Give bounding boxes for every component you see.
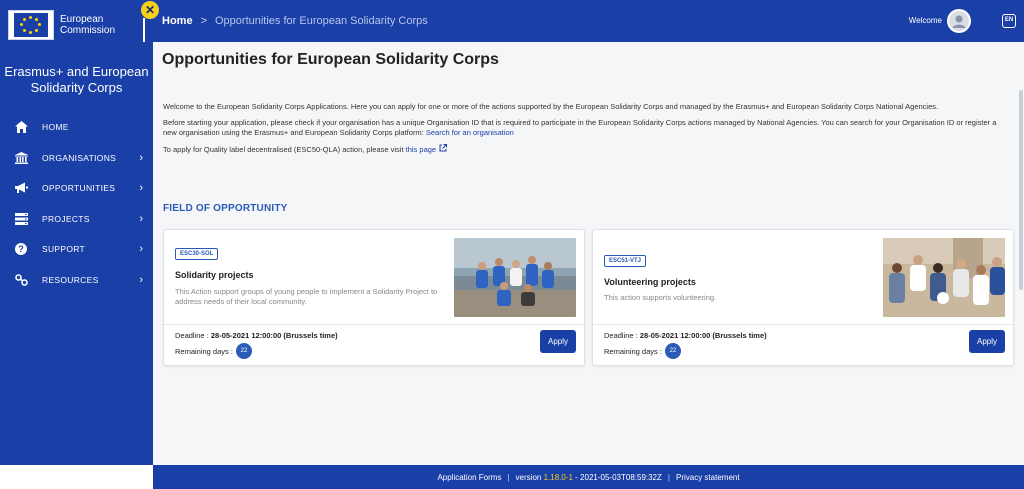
help-icon: ? <box>14 242 28 256</box>
avatar[interactable] <box>947 9 971 33</box>
page-title: Opportunities for European Solidarity Co… <box>162 51 499 68</box>
sidebar-item-label: PROJECTS <box>42 213 90 224</box>
eu-flag-icon <box>8 10 54 40</box>
footer-separator: | <box>507 472 510 482</box>
language-selector[interactable]: EN <box>1002 14 1016 28</box>
card-divider <box>593 324 1013 325</box>
card-description: This action supports volunteering. <box>604 293 717 302</box>
sidebar-item-projects[interactable]: PROJECTS › <box>0 204 153 235</box>
breadcrumb-separator: > <box>200 15 207 27</box>
deadline-text: Deadline : 28-05-2021 12:00:00 (Brussels… <box>604 331 767 340</box>
card-divider <box>164 324 584 325</box>
chevron-right-icon: › <box>139 212 143 225</box>
sidebar-item-label: OPPORTUNITIES <box>42 183 116 194</box>
sidebar-nav: HOME ORGANISATIONS › OPPORTUNITIES › PRO… <box>0 112 153 295</box>
opportunity-card-volunteering: ESC51-VTJ Volunteering projects This act… <box>592 229 1014 366</box>
sidebar-title: Erasmus+ and European Solidarity Corps <box>4 64 149 95</box>
chevron-right-icon: › <box>139 182 143 195</box>
privacy-statement-link[interactable]: Privacy statement <box>676 473 740 482</box>
footer-separator: | <box>667 472 670 482</box>
server-icon <box>14 212 28 226</box>
sidebar-item-label: HOME <box>42 122 69 133</box>
apply-button[interactable]: Apply <box>969 330 1005 353</box>
version-label: version <box>515 472 542 482</box>
sidebar-item-label: RESOURCES <box>42 274 99 285</box>
logo-divider <box>143 18 145 42</box>
logo-line-1: European <box>60 14 104 25</box>
deadline-value: 28-05-2021 12:00:00 (Brussels time) <box>210 331 338 340</box>
intro-text: Welcome to the European Solidarity Corps… <box>163 102 1003 161</box>
sidebar-item-label: ORGANISATIONS <box>42 152 117 163</box>
main-content: Opportunities for European Solidarity Co… <box>153 42 1024 465</box>
scrollbar[interactable] <box>1019 90 1023 290</box>
opportunity-card-solidarity: ESC30-SOL Solidarity projects This Actio… <box>163 229 585 366</box>
remaining-days-badge: 22 <box>235 343 252 359</box>
remaining-days: Remaining days :22 <box>175 343 252 359</box>
sidebar-item-home[interactable]: HOME <box>0 112 153 143</box>
welcome-text: Welcome <box>908 16 942 25</box>
breadcrumb-home[interactable]: Home <box>162 15 193 27</box>
volunteering-group-photo <box>883 238 1005 317</box>
user-icon <box>949 11 969 31</box>
solidarity-group-photo <box>454 238 576 317</box>
sidebar-item-organisations[interactable]: ORGANISATIONS › <box>0 143 153 174</box>
card-title: Volunteering projects <box>604 277 696 287</box>
action-code-badge: ESC51-VTJ <box>604 255 647 267</box>
section-title: FIELD OF OPPORTUNITY <box>163 203 288 214</box>
megaphone-icon <box>14 181 28 195</box>
remaining-days: Remaining days :22 <box>604 343 681 359</box>
version-number: 1.18.0-1 <box>543 472 573 482</box>
chevron-right-icon: › <box>139 151 143 164</box>
sidebar-item-support[interactable]: ? SUPPORT › <box>0 234 153 265</box>
apply-button[interactable]: Apply <box>540 330 576 353</box>
remaining-days-badge: 22 <box>664 343 681 359</box>
search-organisation-link[interactable]: Search for an organisation <box>426 128 514 137</box>
app-window: European Commission Erasmus+ and Europea… <box>0 0 1024 489</box>
sidebar-item-label: SUPPORT <box>42 244 86 255</box>
svg-text:?: ? <box>18 244 24 254</box>
logo-line-2: Commission <box>60 25 116 36</box>
action-code-badge: ESC30-SOL <box>175 248 219 260</box>
deadline-text: Deadline : 28-05-2021 12:00:00 (Brussels… <box>175 331 338 340</box>
card-title: Solidarity projects <box>175 270 254 280</box>
top-bar: Home > Opportunities for European Solida… <box>153 0 1024 42</box>
ec-logo[interactable]: European Commission <box>0 0 153 50</box>
chevron-right-icon: › <box>139 243 143 256</box>
application-forms-link[interactable]: Application Forms <box>437 473 501 482</box>
chevron-right-icon: › <box>139 273 143 286</box>
close-icon[interactable]: ✕ <box>141 1 159 19</box>
card-description: This Action support groups of young peop… <box>175 287 438 306</box>
home-icon <box>14 120 28 134</box>
this-page-link[interactable]: this page <box>406 145 436 154</box>
sidebar: European Commission Erasmus+ and Europea… <box>0 0 153 465</box>
build-timestamp: - 2021-05-03T08:59:32Z <box>575 472 662 482</box>
bank-icon <box>14 151 28 165</box>
link-icon <box>14 273 28 287</box>
intro-paragraph-1: Welcome to the European Solidarity Corps… <box>163 102 939 111</box>
external-link-icon <box>439 144 448 155</box>
logo-text: European Commission <box>60 14 115 36</box>
breadcrumb-current: Opportunities for European Solidarity Co… <box>215 15 428 27</box>
intro-paragraph-3: To apply for Quality label decentralised… <box>163 144 1003 155</box>
footer: Application Forms | version 1.18.0-1 - 2… <box>153 465 1024 489</box>
deadline-value: 28-05-2021 12:00:00 (Brussels time) <box>639 331 767 340</box>
intro-paragraph-2: Before starting your application, please… <box>163 118 997 137</box>
sidebar-item-resources[interactable]: RESOURCES › <box>0 265 153 296</box>
sidebar-item-opportunities[interactable]: OPPORTUNITIES › <box>0 173 153 204</box>
